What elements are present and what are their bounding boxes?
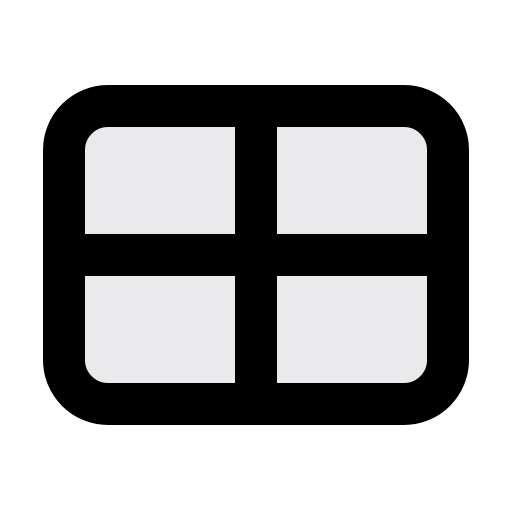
grid-four-panes-icon [0, 0, 512, 512]
icon-canvas [0, 0, 512, 512]
